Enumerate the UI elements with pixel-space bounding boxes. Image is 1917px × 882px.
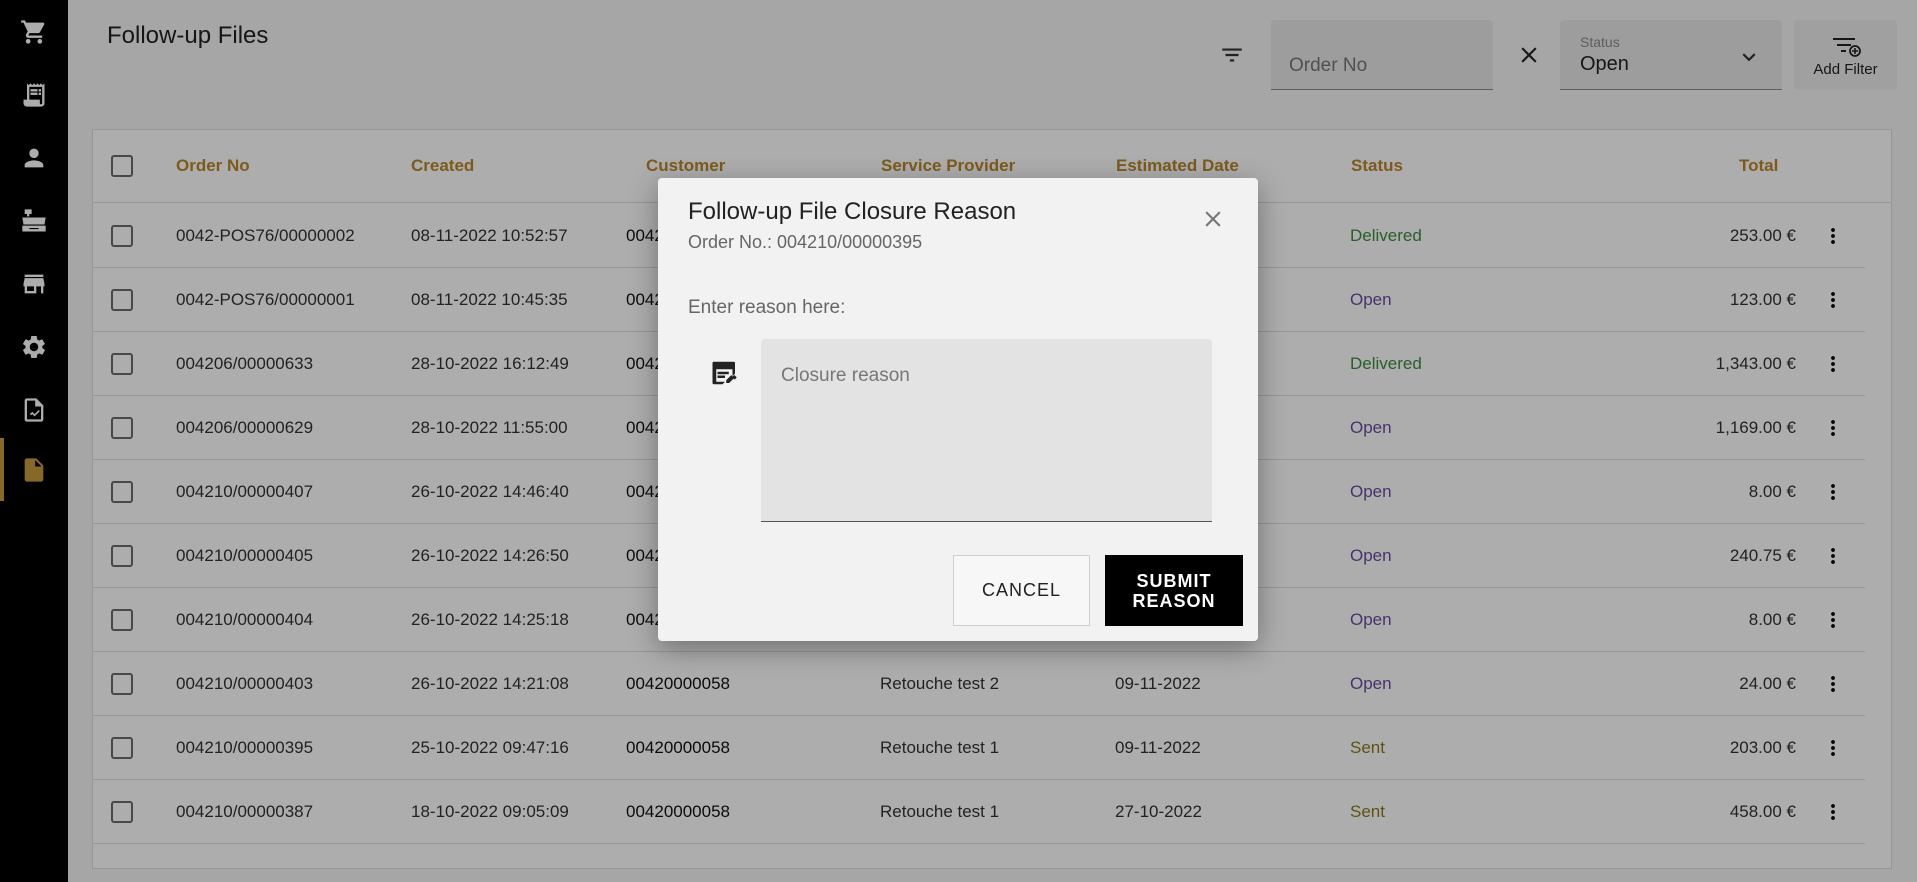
submit-reason-button[interactable]: SUBMIT REASON [1105,555,1243,626]
closure-reason-textarea[interactable] [761,339,1212,521]
cancel-button[interactable]: CANCEL [953,555,1090,626]
closure-reason-dialog: Follow-up File Closure Reason Order No.:… [658,178,1258,641]
dialog-title: Follow-up File Closure Reason [688,198,1017,225]
reason-label: Enter reason here: [688,297,846,318]
dialog-order-number: Order No.: 004210/00000395 [688,232,923,252]
close-icon [1205,211,1221,227]
dialog-close-button[interactable] [1198,204,1228,234]
reason-field [761,339,1212,522]
edit-note-icon [710,358,740,388]
